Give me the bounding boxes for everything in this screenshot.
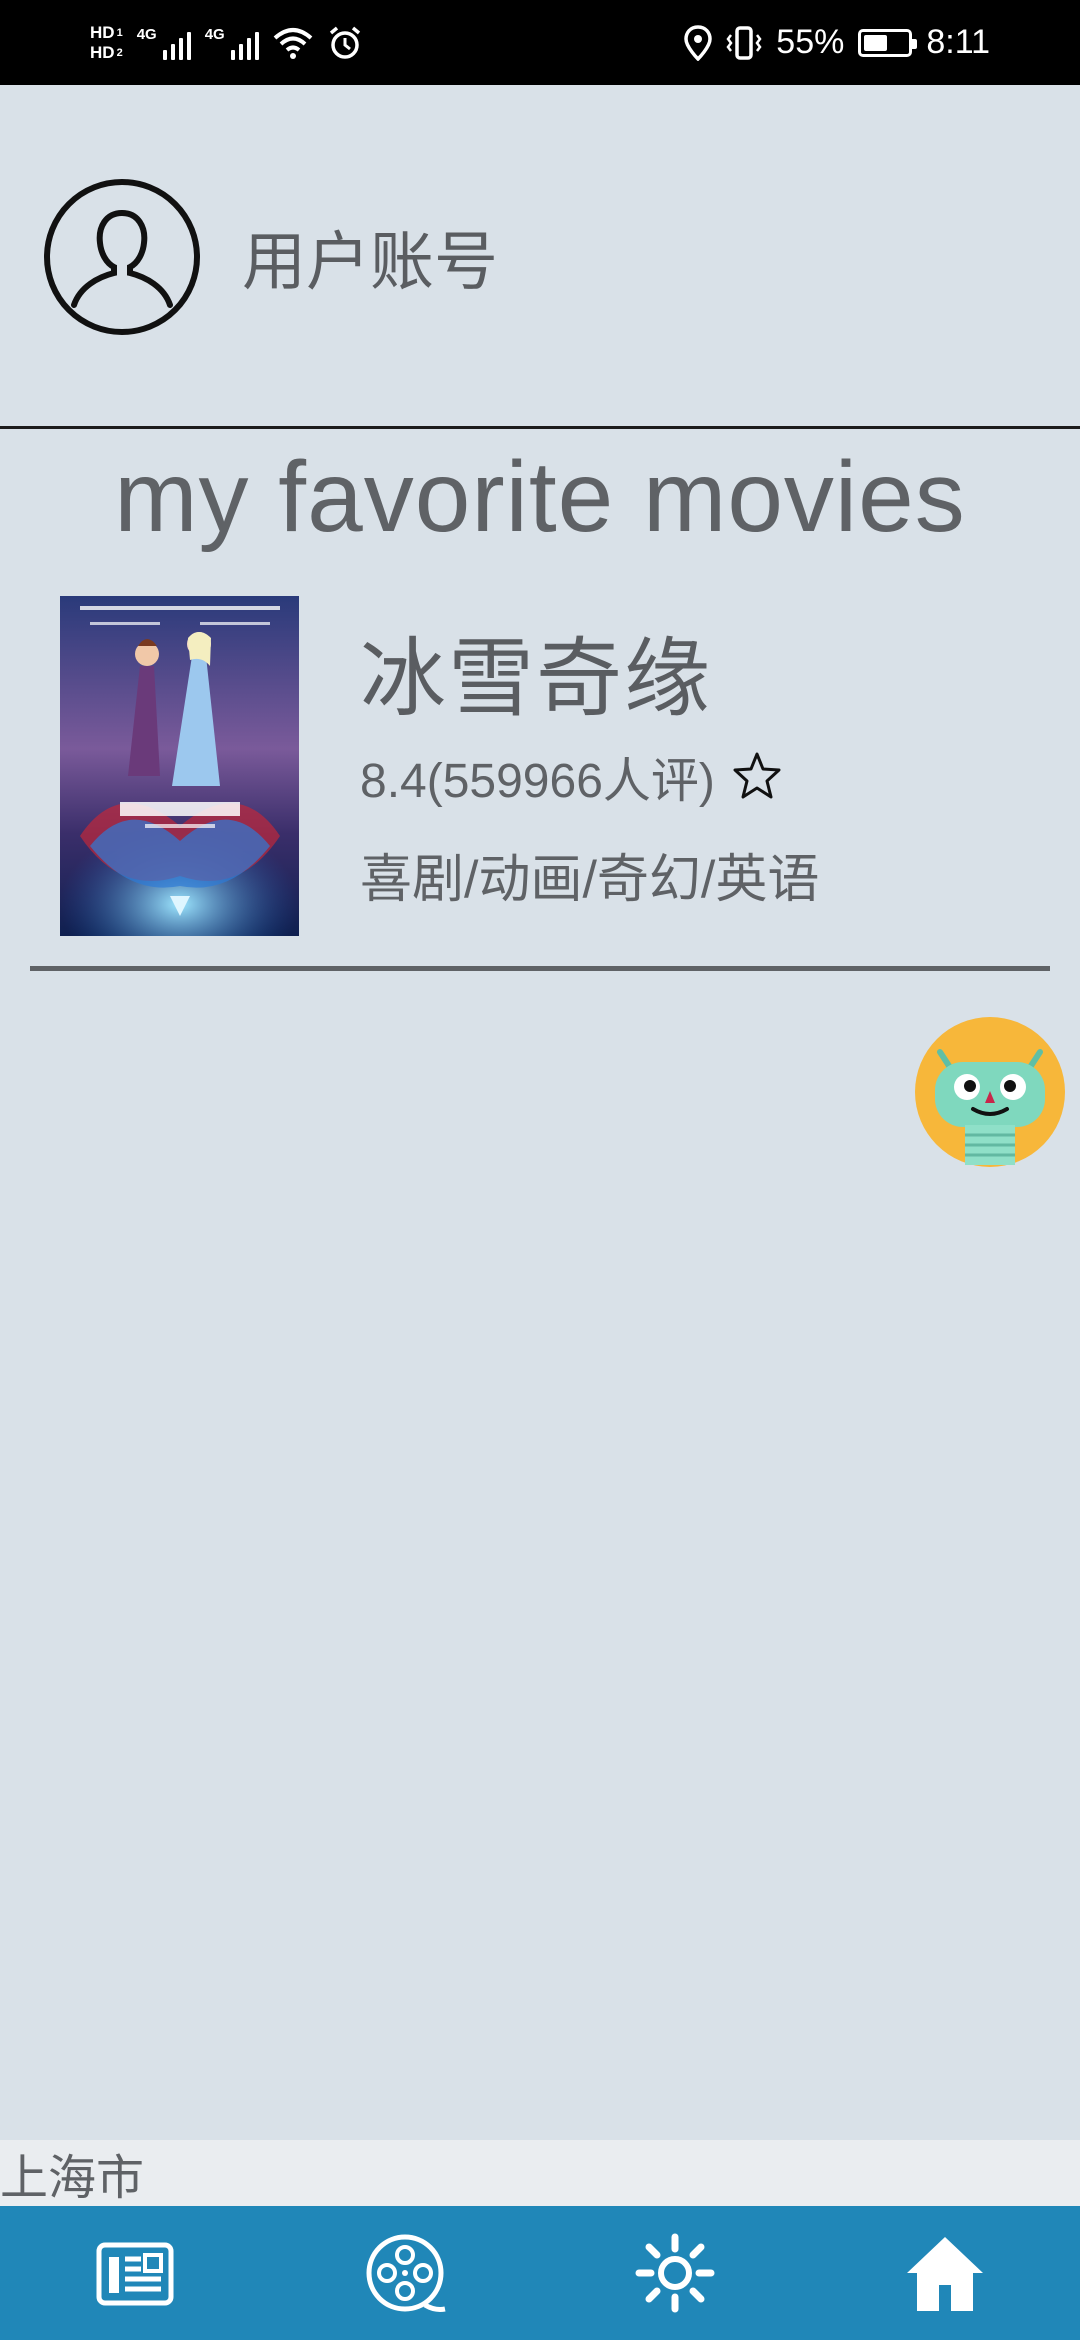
movie-poster[interactable] <box>60 596 299 936</box>
status-left: HD 1 HD 2 4G 4G <box>90 23 363 63</box>
account-label[interactable]: 用户账号 <box>242 211 498 303</box>
movie-divider <box>30 966 1050 971</box>
movie-genres: 喜剧/动画/奇幻/英语 <box>360 851 820 909</box>
alarm-icon <box>329 26 360 59</box>
network1-label: 4G <box>136 25 157 43</box>
location-icon <box>684 24 713 61</box>
network2-label: 4G <box>204 25 225 43</box>
battery-fill <box>864 34 888 51</box>
wifi-icon <box>273 27 313 59</box>
battery-percent: 55% <box>776 23 845 61</box>
sun-icon[interactable] <box>633 2231 717 2315</box>
header-divider <box>0 426 1080 429</box>
rating-row: 8.4(559966人评) <box>360 741 819 811</box>
hd2-label: HD <box>90 42 115 62</box>
nav-weather[interactable] <box>540 2206 810 2340</box>
home-icon[interactable] <box>903 2231 987 2315</box>
movie-title[interactable]: 冰雪奇缘 <box>360 608 819 733</box>
city-bar: 上海市 <box>0 2140 1080 2206</box>
bottom-nav <box>0 2206 1080 2340</box>
movie-rating: 8.4(559966人评) <box>360 755 715 808</box>
signal-icon-2: 4G <box>205 26 259 60</box>
nav-movies[interactable] <box>270 2206 540 2340</box>
account-header[interactable]: 用户账号 <box>0 85 1080 428</box>
hd-indicator: HD 1 HD 2 <box>90 23 123 63</box>
movie-card[interactable]: 冰雪奇缘 8.4(559966人评) 喜剧/动画/奇幻/英语 <box>60 596 1040 936</box>
hd2-sub: 2 <box>116 46 123 59</box>
clock: 8:11 <box>926 23 990 61</box>
robot-assistant-icon[interactable] <box>915 1017 1065 1167</box>
city-label: 上海市 <box>0 2152 145 2205</box>
news-icon[interactable] <box>93 2231 177 2315</box>
battery-icon <box>858 28 918 57</box>
signal-icon: 4G <box>137 26 191 60</box>
status-bar: HD 1 HD 2 4G 4G 55% 8:11 <box>0 0 1080 85</box>
hd1-label: HD <box>90 22 115 42</box>
hd1-sub: 1 <box>116 26 123 39</box>
status-right: 55% 8:11 <box>684 23 990 62</box>
vibrate-icon <box>726 25 762 60</box>
star-outline-icon[interactable] <box>731 750 783 802</box>
film-reel-icon[interactable] <box>363 2231 447 2315</box>
nav-home[interactable] <box>810 2206 1080 2340</box>
nav-news[interactable] <box>0 2206 270 2340</box>
user-avatar-icon[interactable] <box>42 177 202 337</box>
movie-info: 冰雪奇缘 8.4(559966人评) 喜剧/动画/奇幻/英语 <box>360 596 819 912</box>
section-title: my favorite movies <box>114 441 966 553</box>
